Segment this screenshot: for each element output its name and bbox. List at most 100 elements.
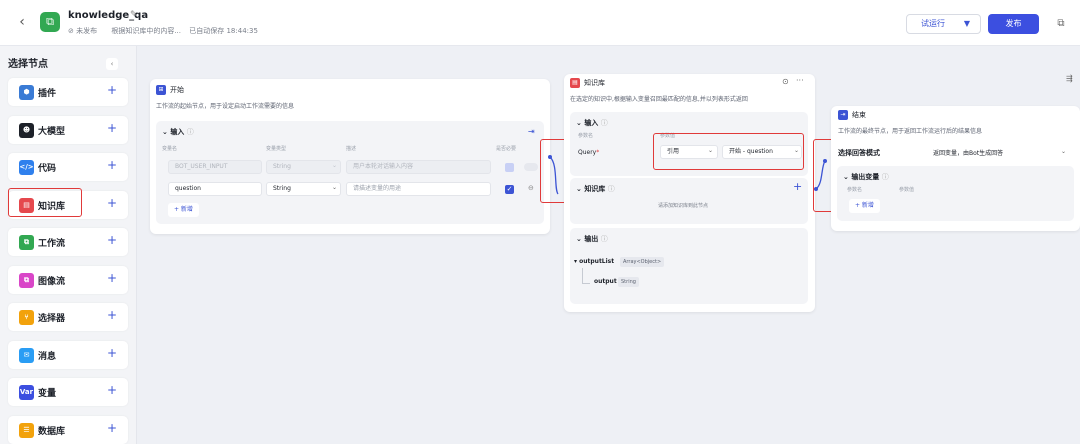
- col-param-name: 参数名: [578, 133, 594, 139]
- import-icon[interactable]: ⇥: [528, 127, 535, 136]
- chevron-left-icon[interactable]: ‹: [14, 14, 30, 30]
- answer-mode-select[interactable]: 返回变量，由Bot生成回答: [933, 148, 1003, 157]
- autosave-status: 已自动保存 18:44:35: [189, 27, 258, 35]
- add-variable-button[interactable]: + 新增: [168, 203, 199, 217]
- publish-button[interactable]: 发布: [988, 14, 1039, 34]
- node-item-message[interactable]: ✉ 消息 +: [8, 340, 128, 369]
- chevron-down-icon[interactable]: ▼: [964, 15, 970, 33]
- node-title: 开始: [170, 86, 184, 94]
- chevron-down-icon[interactable]: ⌄: [1061, 148, 1066, 155]
- test-run-button[interactable]: 试运行 ▼: [906, 14, 981, 34]
- output-variables-title[interactable]: ⌄ 输出变量 ⓘ: [843, 172, 889, 182]
- col-var-name: 变量名: [162, 146, 178, 152]
- answer-mode-label: 选择回答模式: [838, 149, 880, 157]
- add-knowledge-icon[interactable]: +: [793, 180, 802, 193]
- workflow-description: 根据知识库中的内容...: [111, 27, 182, 35]
- variable-icon: Var: [19, 385, 34, 400]
- tree-line: [582, 268, 590, 284]
- selector-icon: ⑂: [19, 310, 34, 325]
- toggle: [524, 163, 538, 171]
- node-description: 工作流的最终节点，用于返回工作流运行后的结果信息: [838, 128, 983, 135]
- publish-status: ⊘ 未发布: [68, 27, 98, 35]
- node-item-llm[interactable]: ☻ 大模型 +: [8, 115, 128, 144]
- collapse-panel-icon[interactable]: ‹: [106, 58, 118, 70]
- node-item-selector[interactable]: ⑂ 选择器 +: [8, 303, 128, 331]
- workflow-icon: ⧉: [19, 235, 34, 250]
- add-icon[interactable]: +: [107, 346, 117, 360]
- highlight-box: [8, 188, 82, 217]
- node-item-label: 大模型: [38, 126, 66, 137]
- add-icon[interactable]: +: [107, 233, 117, 247]
- output-section-title[interactable]: ⌄ 输出 ⓘ: [576, 234, 608, 244]
- required-checkbox[interactable]: ✓: [505, 185, 514, 194]
- add-icon[interactable]: +: [107, 383, 117, 397]
- side-panel-icon[interactable]: ⇶: [1066, 74, 1073, 83]
- node-title: 知识库: [584, 79, 605, 87]
- node-item-database[interactable]: ☰ 数据库 +: [8, 415, 128, 444]
- end-icon: ⇥: [838, 110, 848, 120]
- message-icon: ✉: [19, 347, 34, 363]
- plugin-icon: ⬢: [19, 85, 34, 100]
- var-name-field: BOT_USER_INPUT: [168, 160, 262, 174]
- node-description: 工作流的起始节点，用于设定启动工作流需要的信息: [156, 103, 295, 110]
- end-node[interactable]: ⇥ 结束 工作流的最终节点，用于返回工作流运行后的结果信息 选择回答模式 返回变…: [831, 106, 1080, 231]
- node-item-variable[interactable]: Var 变量 +: [8, 378, 128, 406]
- param-query-label: Query*: [578, 149, 600, 156]
- col-param-name: 参数名: [847, 187, 863, 193]
- output-root-label: ▾ outputList: [574, 258, 615, 265]
- col-var-type: 变量类型: [266, 146, 287, 152]
- node-item-label: 选择器: [38, 314, 66, 324]
- highlight-box: [653, 133, 804, 170]
- var-type-select[interactable]: String: [266, 182, 341, 196]
- output-section: ⌄ 输出 ⓘ ▾ outputList Array<Object> output…: [570, 228, 808, 304]
- run-node-icon[interactable]: ⊙: [782, 77, 789, 86]
- start-node[interactable]: ⊞ 开始 工作流的起始节点，用于设定启动工作流需要的信息 ⌄ 输入 ⓘ ⇥ 变量…: [150, 79, 550, 234]
- add-icon[interactable]: +: [107, 196, 117, 210]
- chevron-down-icon[interactable]: ⌄: [332, 184, 337, 191]
- col-required: 是否必要: [496, 146, 517, 152]
- var-type-select: String: [266, 160, 341, 174]
- workflow-app-icon: ⧉: [40, 12, 60, 32]
- add-icon[interactable]: +: [107, 271, 117, 285]
- remove-icon[interactable]: ⊖: [528, 184, 534, 192]
- knowledge-section: ⌄ 知识库 ⓘ + 请添加知识库到此节点: [570, 178, 808, 224]
- knowledge-icon: ▤: [570, 78, 580, 88]
- top-bar: ‹ ⧉ knowledge_qa ✎ ⊘ 未发布 根据知识库中的内容... 已自…: [0, 0, 1080, 46]
- node-item-label: 图像流: [38, 276, 66, 287]
- knowledge-node[interactable]: ▤ 知识库 ⊙ ··· 在选定的知识中,根据输入变量召回最匹配的信息,并以列表形…: [564, 74, 815, 312]
- node-item-label: 变量: [38, 389, 57, 399]
- more-icon[interactable]: ···: [796, 76, 804, 85]
- input-section-title[interactable]: ⌄ 输入 ⓘ: [162, 127, 194, 137]
- edit-icon[interactable]: ✎: [130, 10, 138, 20]
- var-desc-field[interactable]: 请描述变量的用途: [346, 182, 491, 196]
- type-badge: String: [618, 277, 639, 287]
- node-item-code[interactable]: </> 代码 +: [8, 153, 128, 181]
- add-output-button[interactable]: + 新增: [849, 199, 880, 213]
- add-icon[interactable]: +: [107, 83, 117, 97]
- add-icon[interactable]: +: [107, 308, 117, 322]
- start-icon: ⊞: [156, 85, 166, 95]
- llm-icon: ☻: [19, 122, 34, 138]
- input-section: ⌄ 输入 ⓘ ⇥ 变量名 变量类型 描述 是否必要 BOT_USER_INPUT…: [156, 121, 544, 224]
- knowledge-section-title[interactable]: ⌄ 知识库 ⓘ: [576, 184, 615, 194]
- required-checkbox: [505, 163, 514, 172]
- node-item-label: 插件: [38, 89, 57, 99]
- add-icon[interactable]: +: [107, 121, 117, 135]
- panel-title: 选择节点: [8, 59, 48, 70]
- copy-icon[interactable]: ⧉: [1052, 14, 1070, 34]
- input-section-title[interactable]: ⌄ 输入 ⓘ: [576, 118, 608, 128]
- node-item-workflow[interactable]: ⧉ 工作流 +: [8, 228, 128, 256]
- add-icon[interactable]: +: [107, 158, 117, 172]
- node-item-label: 工作流: [38, 239, 66, 249]
- node-item-label: 代码: [38, 164, 57, 174]
- add-icon[interactable]: +: [107, 421, 117, 435]
- var-name-field[interactable]: question: [168, 182, 262, 196]
- node-item-imageflow[interactable]: ⧉ 图像流 +: [8, 265, 128, 294]
- var-desc-field: 用户本轮对话输入内容: [346, 160, 491, 174]
- output-child-label: output: [594, 278, 617, 285]
- database-icon: ☰: [19, 422, 34, 438]
- code-icon: </>: [19, 160, 34, 175]
- node-item-plugin[interactable]: ⬢ 插件 +: [8, 78, 128, 106]
- chevron-down-icon: ⌄: [332, 162, 338, 169]
- knowledge-placeholder: 请添加知识库到此节点: [658, 203, 709, 209]
